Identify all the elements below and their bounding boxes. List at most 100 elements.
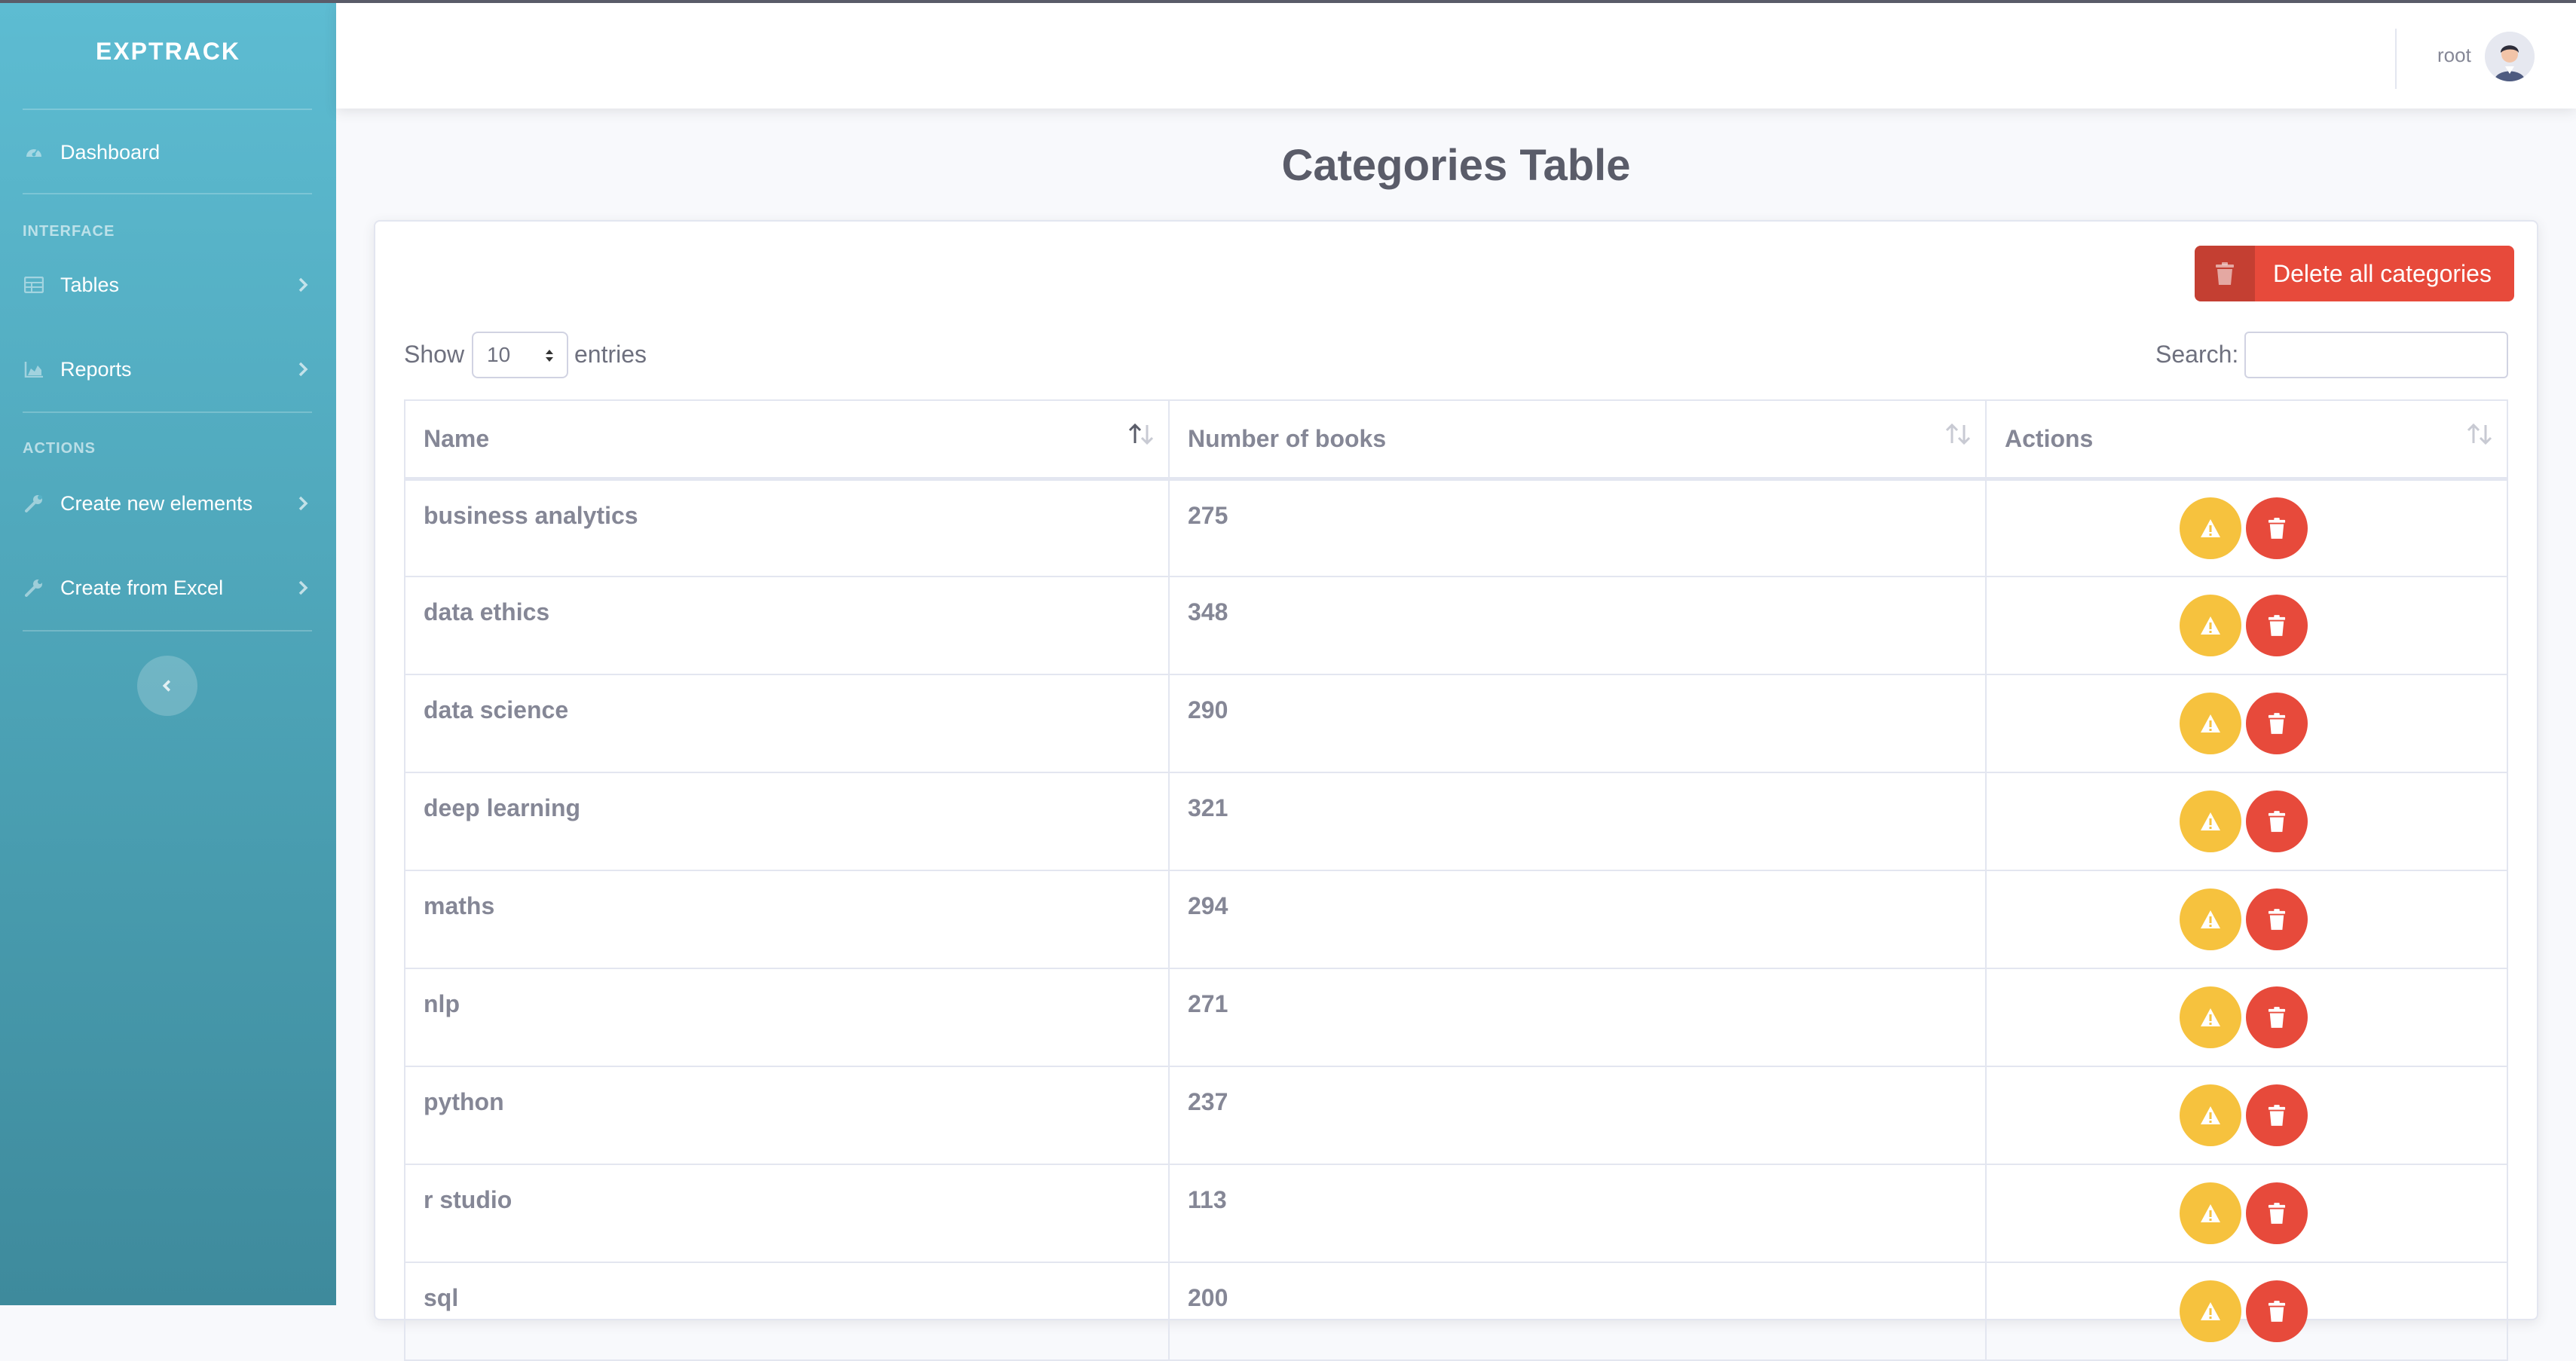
wrench-icon (23, 492, 45, 515)
warning-button[interactable] (2180, 1182, 2241, 1244)
table-row: sql 200 (404, 1262, 2508, 1361)
category-name-cell: maths (404, 870, 1170, 969)
sidebar-item-create-new[interactable]: Create new elements (23, 479, 312, 528)
delete-row-button[interactable] (2246, 595, 2308, 656)
chevron-right-icon (298, 362, 308, 377)
sidebar-item-label: Dashboard (60, 140, 161, 164)
exclamation-triangle-icon (2201, 1302, 2220, 1320)
book-count-cell: 321 (1168, 772, 1987, 871)
sidebar-item-tables[interactable]: Tables (23, 261, 312, 309)
show-label: Show (404, 341, 465, 368)
warning-button[interactable] (2180, 1084, 2241, 1146)
exclamation-triangle-icon (2201, 910, 2220, 928)
user-name[interactable]: root (2437, 44, 2471, 67)
book-count-cell: 294 (1168, 870, 1987, 969)
book-count-cell: 275 (1168, 478, 1987, 577)
book-count-cell: 113 (1168, 1164, 1987, 1263)
warning-button[interactable] (2180, 888, 2241, 950)
actions-cell (1985, 870, 2508, 969)
chevron-right-icon (298, 277, 308, 292)
sidebar-toggle-button[interactable] (137, 656, 197, 716)
sidebar-item-label: Reports (60, 357, 132, 381)
warning-button[interactable] (2180, 693, 2241, 754)
delete-row-button[interactable] (2246, 1280, 2308, 1342)
category-name-cell: data science (404, 674, 1170, 773)
delete-all-categories-button[interactable]: Delete all categories (2195, 246, 2514, 301)
trash-icon (2268, 1007, 2286, 1028)
table-icon (23, 274, 45, 296)
column-header-books[interactable]: Number of books (1168, 399, 1987, 481)
window-top-border (0, 0, 2576, 3)
book-count-cell: 290 (1168, 674, 1987, 773)
sidebar-item-label: Create new elements (60, 491, 253, 515)
search-label: Search: (2155, 341, 2239, 368)
delete-row-button[interactable] (2246, 1182, 2308, 1244)
page-title: Categories Table (1281, 141, 1631, 190)
warning-button[interactable] (2180, 595, 2241, 656)
table-header-row: Name Number of books Actions (404, 399, 2508, 481)
category-name-cell: data ethics (404, 576, 1170, 675)
actions-cell (1985, 478, 2508, 577)
actions-cell (1985, 772, 2508, 871)
delete-row-button[interactable] (2246, 986, 2308, 1048)
exclamation-triangle-icon (2201, 616, 2220, 635)
warning-button[interactable] (2180, 791, 2241, 852)
tachometer-icon (23, 141, 45, 164)
exclamation-triangle-icon (2201, 1204, 2220, 1222)
warning-button[interactable] (2180, 986, 2241, 1048)
table-row: data science 290 (404, 674, 2508, 773)
sidebar-item-create-excel[interactable]: Create from Excel (23, 564, 312, 612)
brand-logo[interactable]: EXPTRACK (0, 38, 336, 66)
warning-button[interactable] (2180, 497, 2241, 559)
exclamation-triangle-icon (2201, 714, 2220, 732)
sidebar-item-dashboard[interactable]: Dashboard (23, 128, 312, 176)
exclamation-triangle-icon (2201, 1008, 2220, 1026)
delete-row-button[interactable] (2246, 888, 2308, 950)
trash-icon (2268, 811, 2286, 832)
table-row: business analytics 275 (404, 478, 2508, 577)
category-name-cell: business analytics (404, 478, 1170, 577)
category-name-cell: nlp (404, 968, 1170, 1067)
delete-row-button[interactable] (2246, 791, 2308, 852)
delete-all-label: Delete all categories (2273, 259, 2492, 287)
book-count-cell: 271 (1168, 968, 1987, 1067)
book-count-cell: 348 (1168, 576, 1987, 675)
actions-cell (1985, 1164, 2508, 1263)
actions-cell (1985, 1262, 2508, 1361)
column-header-label: Actions (2005, 424, 2094, 452)
delete-row-button[interactable] (2246, 693, 2308, 754)
exclamation-triangle-icon (2201, 518, 2220, 537)
search-input[interactable] (2244, 332, 2508, 378)
warning-button[interactable] (2180, 1280, 2241, 1342)
category-name-cell: deep learning (404, 772, 1170, 871)
sidebar: EXPTRACK Dashboard INTERFACE Tables Repo… (0, 0, 336, 1305)
trash-icon (2268, 909, 2286, 930)
delete-row-button[interactable] (2246, 1084, 2308, 1146)
chart-area-icon (23, 358, 45, 381)
trash-icon (2268, 517, 2286, 539)
topbar-divider (2395, 29, 2397, 89)
column-header-name[interactable]: Name (404, 399, 1170, 481)
sidebar-item-label: Create from Excel (60, 576, 224, 599)
entries-length-select[interactable]: 10 (472, 332, 568, 378)
category-name-cell: python (404, 1066, 1170, 1165)
exclamation-triangle-icon (2201, 812, 2220, 830)
sidebar-divider (23, 109, 312, 110)
trash-icon (2268, 1105, 2286, 1126)
sidebar-divider (23, 193, 312, 194)
sidebar-heading-interface: INTERFACE (23, 223, 115, 240)
column-header-actions[interactable]: Actions (1985, 399, 2508, 481)
table-row: r studio 113 (404, 1164, 2508, 1263)
sort-asc-icon (1128, 423, 1154, 445)
sidebar-item-reports[interactable]: Reports (23, 345, 312, 393)
topbar (336, 3, 2576, 109)
user-avatar[interactable] (2485, 32, 2535, 81)
categories-table: Name Number of books Actions business an… (404, 399, 2508, 1361)
sidebar-divider (23, 630, 312, 632)
category-name-cell: sql (404, 1262, 1170, 1361)
table-row: python 237 (404, 1066, 2508, 1165)
wrench-icon (23, 577, 45, 599)
delete-row-button[interactable] (2246, 497, 2308, 559)
avatar-icon (2485, 32, 2535, 81)
actions-cell (1985, 576, 2508, 675)
